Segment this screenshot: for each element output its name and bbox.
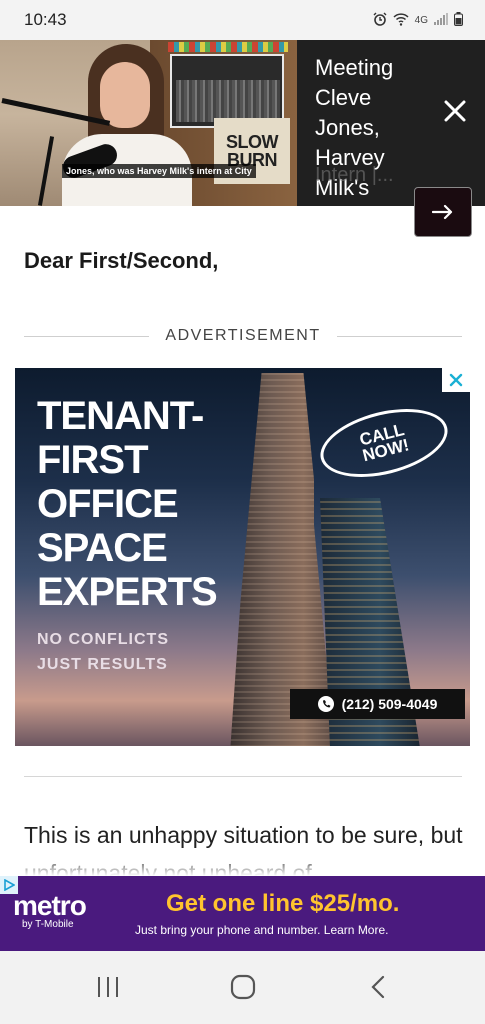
video-player-banner: SLOW BURN Jones, who was Harvey Milk's i… xyxy=(0,40,485,237)
video-caption: Jones, who was Harvey Milk's intern at C… xyxy=(62,164,256,178)
metro-logo: metro xyxy=(13,890,87,921)
ad-phone-number: (212) 509-4049 xyxy=(341,696,438,712)
video-thumbnail[interactable]: SLOW BURN Jones, who was Harvey Milk's i… xyxy=(0,40,297,206)
signal-icon xyxy=(434,12,448,28)
letter-greeting: Dear First/Second, xyxy=(24,248,219,273)
recent-apps-icon xyxy=(98,977,118,997)
network-type-label: 4G xyxy=(414,14,428,26)
arrow-right-icon xyxy=(432,204,453,220)
sign-line-1: SLOW xyxy=(226,132,279,152)
metro-by-tmobile: by T-Mobile xyxy=(22,919,74,930)
advertisement-label-row: ADVERTISEMENT xyxy=(24,324,463,348)
ad-subheadline: NO CONFLICTS JUST RESULTS xyxy=(37,631,169,673)
close-icon xyxy=(449,373,463,387)
metro-subtext: Just bring your phone and number. Learn … xyxy=(135,923,389,937)
divider-line xyxy=(24,335,150,337)
metro-headline: Get one line $25/mo. xyxy=(166,890,400,917)
metro-banner-ad[interactable]: metro by T-Mobile Get one line $25/mo. J… xyxy=(0,876,485,951)
phone-icon xyxy=(317,696,334,712)
text-fade-overlay xyxy=(0,854,485,876)
mic-stand xyxy=(37,136,55,206)
section-divider xyxy=(24,776,462,777)
battery-icon xyxy=(454,11,463,29)
call-now-badge[interactable]: CALL NOW! xyxy=(313,397,455,489)
status-bar: 10:43 4G xyxy=(0,0,485,40)
wifi-icon xyxy=(393,12,409,29)
back-button[interactable] xyxy=(348,967,408,1007)
video-title-overflow: Intern |... xyxy=(315,164,394,186)
next-video-button[interactable] xyxy=(414,187,472,237)
home-icon xyxy=(230,974,256,1000)
ad-phone-box[interactable]: (212) 509-4049 xyxy=(290,689,465,719)
recent-apps-button[interactable] xyxy=(78,967,138,1007)
alarm-icon xyxy=(373,12,387,29)
framed-photo xyxy=(170,54,284,128)
host-face xyxy=(100,62,150,128)
ad-close-button[interactable] xyxy=(442,368,470,392)
close-icon xyxy=(444,100,466,122)
close-video-button[interactable] xyxy=(440,96,470,126)
office-space-ad[interactable]: TENANT- FIRST OFFICE SPACE EXPERTS NO CO… xyxy=(15,368,470,746)
ad-headline: TENANT- FIRST OFFICE SPACE EXPERTS xyxy=(37,394,218,614)
back-icon xyxy=(371,975,385,999)
status-time: 10:43 xyxy=(24,10,67,29)
home-button[interactable] xyxy=(213,967,273,1007)
divider-line xyxy=(336,335,463,337)
advertisement-label: ADVERTISEMENT xyxy=(165,327,321,344)
android-nav-bar xyxy=(0,951,485,1024)
shelf-books xyxy=(168,42,288,52)
status-icons: 4G xyxy=(373,11,463,29)
